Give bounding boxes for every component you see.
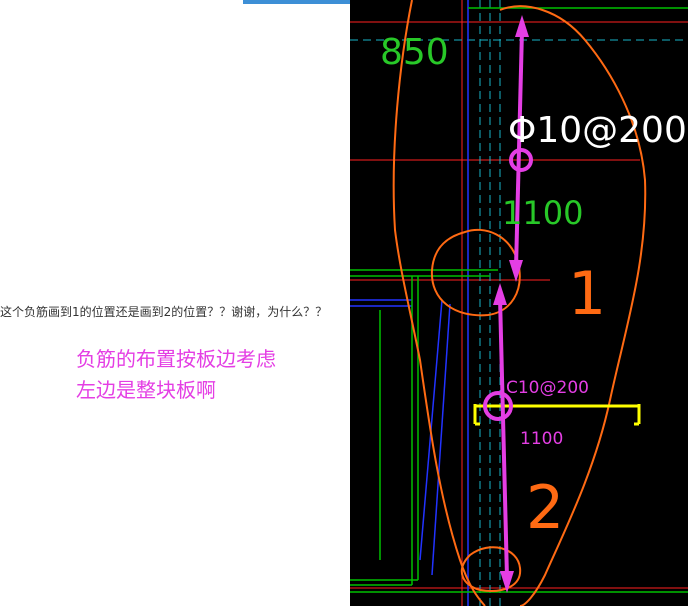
forum-post-area: 这个负筋画到1的位置还是画到2的位置？？谢谢，为什么？？ 负筋的布置按板边考虑 … <box>0 0 350 615</box>
dimension-850-label: 850 <box>380 32 449 73</box>
question-text: 这个负筋画到1的位置还是画到2的位置？？谢谢，为什么？？ <box>0 305 328 319</box>
answer-line-1: 负筋的布置按板边考虑 <box>76 347 276 371</box>
length-lower-label: 1100 <box>520 429 563 449</box>
answer-text: 负筋的布置按板边考虑 左边是整块板啊 <box>76 344 276 406</box>
length-upper-label: 1100 <box>502 194 583 232</box>
handwritten-mark-2: 2 <box>526 473 564 543</box>
top-accent-bar <box>243 0 350 4</box>
cad-drawing-canvas: 850 Φ10@200 1100 C10@200 1100 1 2 <box>350 0 688 606</box>
bottom-cutoff-strip <box>0 606 688 615</box>
cad-drawing-screenshot: 850 Φ10@200 1100 C10@200 1100 1 2 <box>350 0 688 606</box>
handwritten-mark-1: 1 <box>568 259 606 329</box>
rebar-bar-lower <box>473 404 641 426</box>
answer-line-2: 左边是整块板啊 <box>76 378 216 402</box>
rebar-spec-upper: Φ10@200 <box>508 110 687 151</box>
magenta-rebar-arrows <box>483 15 533 593</box>
rebar-spec-lower: C10@200 <box>506 378 589 398</box>
